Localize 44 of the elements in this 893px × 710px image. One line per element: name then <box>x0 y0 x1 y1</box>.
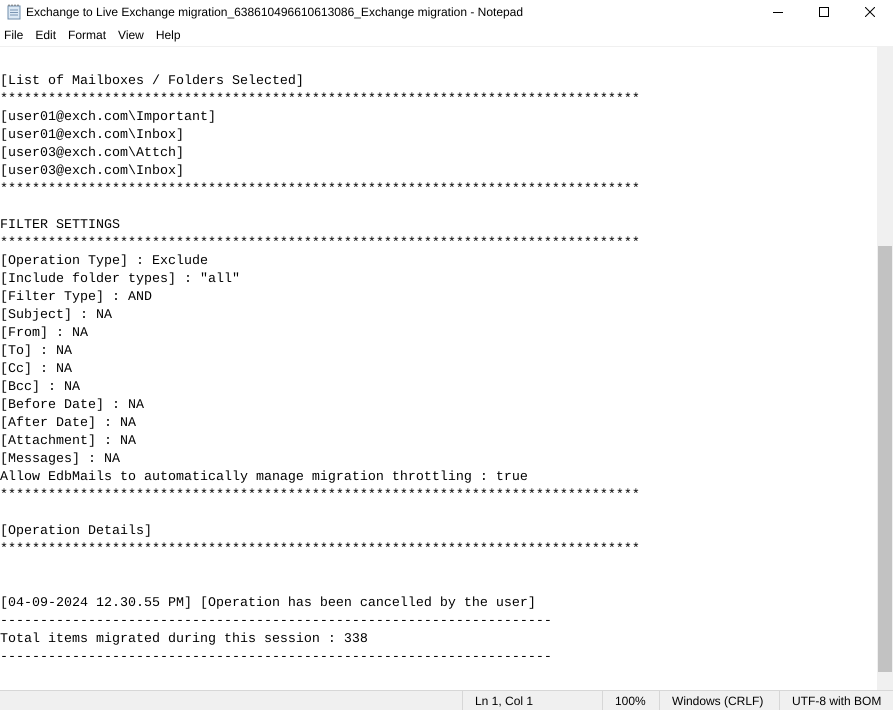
text-line: [Operation Type] : Exclude <box>0 254 208 269</box>
text-line: [user03@exch.com\Attch] <box>0 146 184 161</box>
maximize-icon <box>819 7 829 17</box>
text-line: [Messages] : NA <box>0 452 120 467</box>
text-line: [Operation Details] <box>0 524 152 539</box>
window-title: Exchange to Live Exchange migration_638610496610613086_Exchange migration - Notepad <box>26 4 524 21</box>
text-line: [List of Mailboxes / Folders Selected] <box>0 74 304 89</box>
text-line: ******************************************************************************** <box>0 542 640 557</box>
text-line: [Attachment] : NA <box>0 434 136 449</box>
text-line: ******************************************************************************** <box>0 488 640 503</box>
menu-item[interactable]: View <box>114 26 149 44</box>
text-line: [Before Date] : NA <box>0 398 144 413</box>
text-line: Allow EdbMails to automatically manage migration throttling : true <box>0 470 528 485</box>
notepad-icon <box>6 4 22 20</box>
status-text: UTF-8 with BOM <box>792 692 882 710</box>
text-line: FILTER SETTINGS <box>0 218 120 233</box>
text-line: [After Date] : NA <box>0 416 136 431</box>
text-line: ******************************************************************************** <box>0 92 640 107</box>
menu-item[interactable]: Help <box>152 26 186 44</box>
text-line: [user01@exch.com\Important] <box>0 110 216 125</box>
status-text: 100% <box>615 692 646 710</box>
text-line: [Filter Type] : AND <box>0 290 152 305</box>
text-line: [Subject] : NA <box>0 308 112 323</box>
text-line: --------------------------------------------------------------------- <box>0 650 552 665</box>
close-icon <box>865 7 875 17</box>
status-text: Ln 1, Col 1 <box>475 692 534 710</box>
menu-item[interactable]: File <box>0 26 28 44</box>
text-line: [04-09-2024 12.30.55 PM] [Operation has been cancelled by the user] <box>0 596 536 611</box>
status-text: Windows (CRLF) <box>672 692 764 710</box>
menu-item[interactable]: Edit <box>31 26 62 44</box>
text-line: [From] : NA <box>0 326 88 341</box>
text-line: ******************************************************************************** <box>0 182 640 197</box>
text-line: [To] : NA <box>0 344 72 359</box>
text-line: [Bcc] : NA <box>0 380 80 395</box>
text-line: [Include folder types] : "all" <box>0 272 240 287</box>
vertical-scrollbar[interactable] <box>877 47 893 690</box>
text-line: ******************************************************************************** <box>0 236 640 251</box>
scrollbar-thumb[interactable] <box>878 246 892 672</box>
text-line: [user01@exch.com\Inbox] <box>0 128 184 143</box>
text-line: Total items migrated during this session : 338 <box>0 632 368 647</box>
menu-item[interactable]: Format <box>64 26 112 44</box>
text-line: --------------------------------------------------------------------- <box>0 614 552 629</box>
text-line: [Cc] : NA <box>0 362 72 377</box>
text-line: [user03@exch.com\Inbox] <box>0 164 184 179</box>
